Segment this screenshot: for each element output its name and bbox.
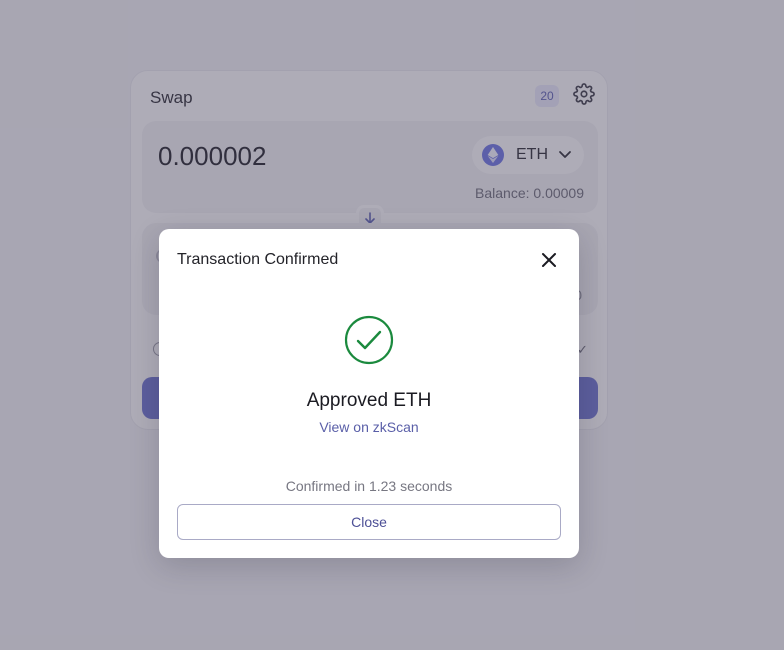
view-on-explorer-link[interactable]: View on zkScan: [159, 419, 579, 435]
confirmation-time: Confirmed in 1.23 seconds: [285, 478, 453, 494]
close-icon[interactable]: [538, 249, 560, 271]
status-heading: Approved ETH: [306, 390, 432, 411]
check-circle-icon: [344, 315, 394, 365]
modal-title: Transaction Confirmed: [177, 251, 339, 268]
transaction-confirmed-modal: Transaction Confirmed Approved ETH View …: [159, 229, 579, 558]
close-button[interactable]: Close: [177, 504, 561, 540]
